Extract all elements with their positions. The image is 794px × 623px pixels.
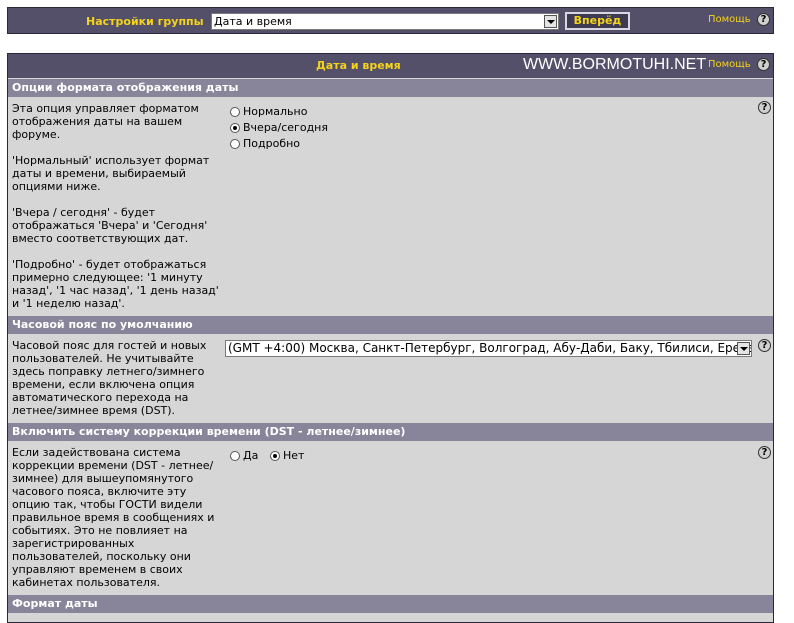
radio-label: Вчера/сегодня	[243, 121, 328, 134]
radio-option-no[interactable]: Нет	[270, 448, 304, 464]
dst-description: Если задействована система коррекции вре…	[12, 446, 215, 589]
radio-option-detailed[interactable]: Подробно	[230, 136, 300, 152]
radio-button[interactable]	[230, 107, 240, 117]
radio-option-yes[interactable]: Да	[230, 448, 258, 464]
help-link-panel[interactable]: Помощь	[708, 59, 751, 70]
help-link-top[interactable]: Помощь	[708, 14, 751, 25]
chevron-down-icon[interactable]	[544, 15, 557, 28]
section-header-date-format: Формат даты	[8, 595, 773, 613]
radio-label: Нет	[283, 449, 305, 462]
group-settings-label: Настройки группы	[86, 15, 204, 28]
group-select[interactable]: Дата и время	[211, 13, 559, 30]
description-paragraph: 'Нормальный' использует формат даты и вр…	[12, 154, 210, 193]
watermark: WWW.BORMOTUHI.NET	[523, 56, 707, 73]
go-button[interactable]: Вперёд	[565, 12, 630, 30]
radio-option-normal[interactable]: Нормально	[230, 104, 307, 120]
radio-label: Нормально	[243, 105, 308, 118]
timezone-select-value: (GMT +4:00) Москва, Санкт-Петербург, Вол…	[228, 341, 752, 355]
panel-title: Дата и время	[316, 59, 401, 72]
timezone-select[interactable]: (GMT +4:00) Москва, Санкт-Петербург, Вол…	[225, 340, 752, 357]
section-header-dst: Включить систему коррекции времени (DST …	[8, 423, 773, 441]
description-paragraph: Эта опция управляет форматом отображения…	[12, 102, 199, 141]
date-display-description: Эта опция управляет форматом отображения…	[12, 102, 222, 310]
radio-button[interactable]	[270, 451, 280, 461]
group-select-value: Дата и время	[214, 15, 292, 28]
section-header-timezone: Часовой пояс по умолчанию	[8, 316, 773, 334]
description-paragraph: 'Вчера / сегодня' - будет отображаться '…	[12, 206, 208, 245]
help-icon[interactable]: ?	[758, 101, 771, 114]
help-icon[interactable]: ?	[758, 339, 771, 352]
radio-option-yesterday-today[interactable]: Вчера/сегодня	[230, 120, 328, 136]
description-paragraph: 'Подробно' - будет отображаться примерно…	[12, 258, 219, 310]
settings-panel: Дата и время WWW.BORMOTUHI.NET Помощь ? …	[7, 53, 774, 623]
panel-header: Дата и время WWW.BORMOTUHI.NET Помощь ?	[8, 54, 773, 78]
chevron-down-icon[interactable]	[737, 342, 750, 355]
group-settings-bar: Настройки группы Дата и время Вперёд Пом…	[7, 7, 774, 34]
radio-button[interactable]	[230, 139, 240, 149]
radio-button[interactable]	[230, 123, 240, 133]
timezone-description: Часовой пояс для гостей и новых пользова…	[12, 339, 207, 417]
help-icon[interactable]: ?	[757, 58, 770, 71]
section-header-date-display: Опции формата отображения даты	[8, 79, 773, 97]
radio-button[interactable]	[230, 451, 240, 461]
radio-label: Подробно	[243, 137, 301, 150]
radio-label: Да	[243, 449, 259, 462]
help-icon[interactable]: ?	[757, 13, 770, 26]
help-icon[interactable]: ?	[758, 446, 771, 459]
